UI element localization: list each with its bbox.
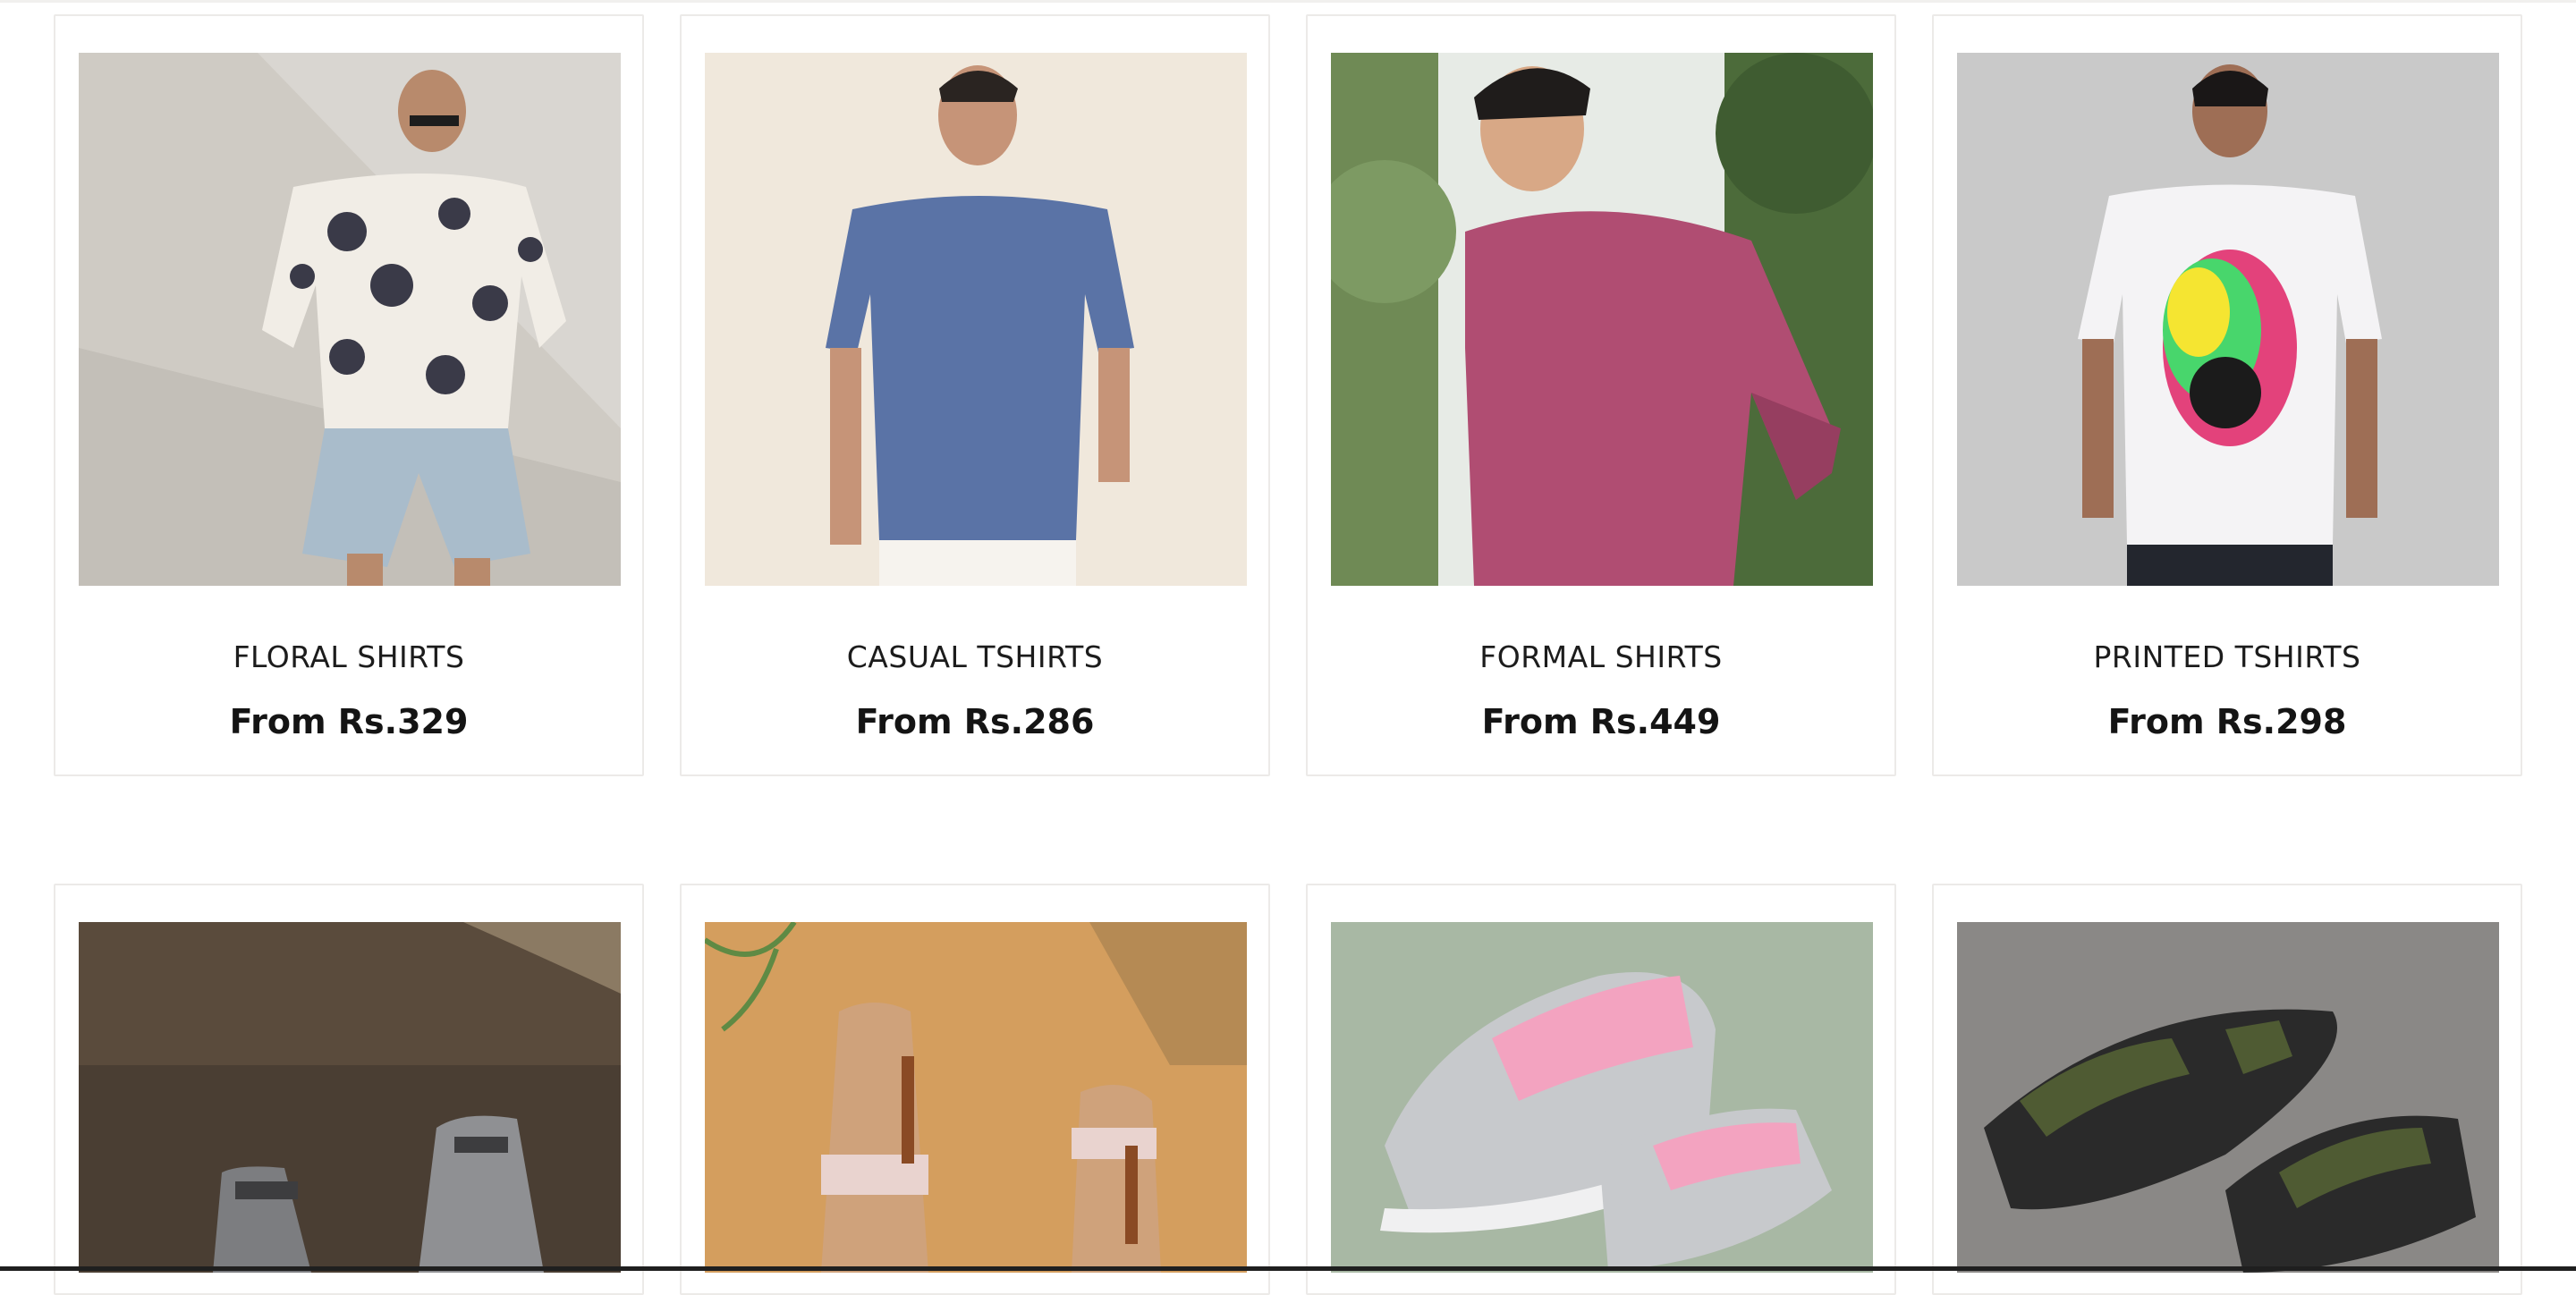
sports-sandals-image[interactable]	[1957, 922, 2499, 1273]
category-price: From Rs.286	[855, 702, 1095, 741]
category-price: From Rs.298	[2107, 702, 2347, 741]
category-card-flat-sandals[interactable]	[680, 884, 1270, 1295]
category-card-sneakers[interactable]	[54, 884, 644, 1295]
category-price: From Rs.329	[229, 702, 469, 741]
flat-sandals-image[interactable]	[705, 922, 1247, 1273]
category-card-formal-shirts[interactable]: FORMAL SHIRTS From Rs.449	[1306, 14, 1896, 776]
category-card-casual-tshirts[interactable]: CASUAL TSHIRTS From Rs.286	[680, 14, 1270, 776]
category-card-printed-tshirts[interactable]: PRINTED TSHIRTS From Rs.298	[1932, 14, 2522, 776]
category-card-floral-shirts[interactable]: FLORAL SHIRTS From Rs.329	[54, 14, 644, 776]
category-card-running-shoes[interactable]	[1306, 884, 1896, 1295]
product-category-grid: FLORAL SHIRTS From Rs.329 CASUAL TSHIRTS…	[0, 0, 2576, 1295]
category-title[interactable]: PRINTED TSHIRTS	[1934, 639, 2521, 674]
category-price: From Rs.449	[1481, 702, 1721, 741]
printed-tshirt-image[interactable]	[1957, 53, 2499, 586]
category-title[interactable]: FLORAL SHIRTS	[55, 639, 642, 674]
category-card-sports-sandals[interactable]	[1932, 884, 2522, 1295]
sneakers-image[interactable]	[79, 922, 621, 1273]
bottom-edge	[0, 1266, 2576, 1271]
category-title[interactable]: FORMAL SHIRTS	[1308, 639, 1894, 674]
floral-shirt-image[interactable]	[79, 53, 621, 586]
running-shoes-image[interactable]	[1331, 922, 1873, 1273]
formal-shirt-image[interactable]	[1331, 53, 1873, 586]
casual-tshirt-image[interactable]	[705, 53, 1247, 586]
category-title[interactable]: CASUAL TSHIRTS	[682, 639, 1268, 674]
